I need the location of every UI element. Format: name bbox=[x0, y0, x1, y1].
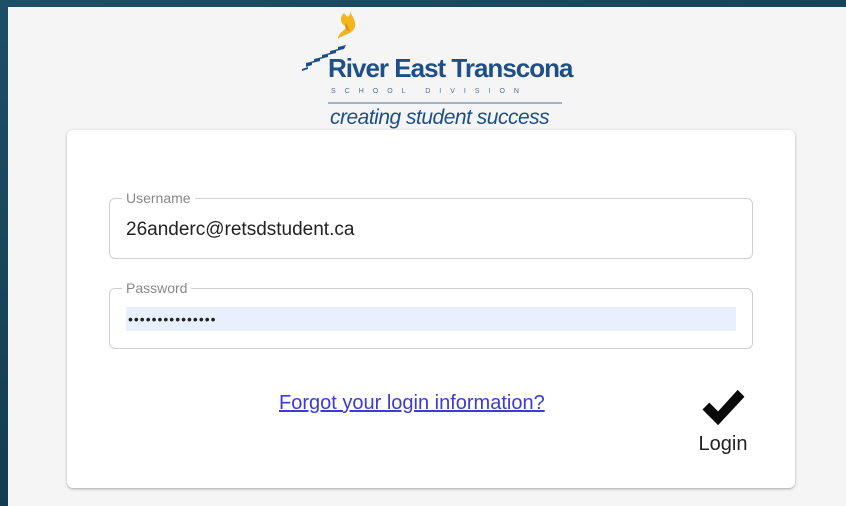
logo-divider bbox=[328, 102, 562, 104]
password-label: Password bbox=[126, 280, 188, 296]
login-button-label: Login bbox=[698, 433, 748, 455]
school-division-logo: River East Transcona SCHOOL DIVISION cre… bbox=[298, 9, 588, 137]
brand-name: River East Transcona bbox=[328, 53, 573, 83]
username-label: Username bbox=[126, 190, 191, 206]
checkmark-icon bbox=[702, 389, 745, 426]
password-field: Password bbox=[109, 281, 753, 349]
login-button[interactable]: Login bbox=[687, 386, 759, 456]
forgot-login-link[interactable]: Forgot your login information? bbox=[279, 392, 545, 415]
username-input[interactable] bbox=[126, 217, 736, 243]
brand-subtitle: SCHOOL DIVISION bbox=[331, 88, 528, 95]
login-page: River East Transcona SCHOOL DIVISION cre… bbox=[8, 7, 846, 506]
brand-tagline: creating student success bbox=[330, 106, 550, 129]
username-field: Username bbox=[109, 191, 753, 259]
login-card: Username Password Forgot your login info… bbox=[67, 130, 795, 488]
password-input[interactable] bbox=[126, 307, 736, 331]
